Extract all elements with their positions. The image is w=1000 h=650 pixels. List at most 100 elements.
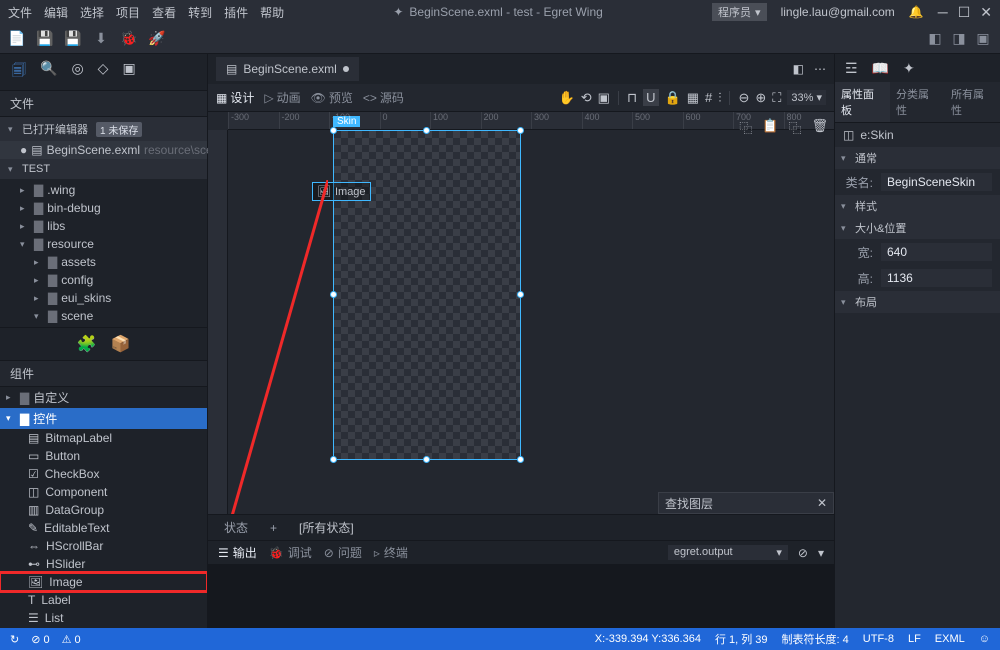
tree-folder-config[interactable]: ▸▇config	[0, 271, 207, 289]
props-icon1[interactable]: ☲	[845, 60, 858, 77]
status-eol[interactable]: LF	[908, 633, 921, 645]
handle-s[interactable]	[423, 456, 430, 463]
status-warnings[interactable]: ⚠ 0	[62, 633, 81, 646]
package-icon[interactable]: ▣	[122, 60, 135, 84]
console-body[interactable]	[208, 564, 834, 628]
layout3-icon[interactable]: ▣	[976, 32, 990, 46]
handle-ne[interactable]	[517, 127, 524, 134]
status-encoding[interactable]: UTF-8	[863, 633, 894, 645]
new-file-icon[interactable]: 📄	[10, 32, 24, 46]
control-bitmaplabel[interactable]: ▤BitmapLabel	[0, 429, 207, 447]
user-email[interactable]: lingle.lau@gmail.com	[781, 5, 895, 19]
menu-help[interactable]: 帮助	[260, 4, 284, 21]
grid-icon[interactable]: ▦	[687, 90, 699, 106]
tab-all-props[interactable]: 所有属性	[945, 82, 1000, 122]
menu-file[interactable]: 文件	[8, 4, 32, 21]
control-hslider[interactable]: ⊷HSlider	[0, 555, 207, 573]
layout1-icon[interactable]: ◧	[928, 32, 942, 46]
bell-icon[interactable]: 🔔	[909, 5, 924, 19]
section-normal[interactable]: ▾通常	[835, 147, 1000, 169]
comp-group-controls[interactable]: ▾▇控件	[0, 408, 207, 429]
menu-view[interactable]: 查看	[152, 4, 176, 21]
handle-nw[interactable]	[330, 127, 337, 134]
handle-sw[interactable]	[330, 456, 337, 463]
comp-group-custom[interactable]: ▸▇自定义	[0, 387, 207, 408]
lock-icon[interactable]: 🔒	[665, 90, 681, 106]
control-list[interactable]: ☰List	[0, 609, 207, 627]
control-component[interactable]: ◫Component	[0, 483, 207, 501]
mode-source[interactable]: <> 源码	[363, 89, 404, 106]
tree-folder-assets[interactable]: ▸▇assets	[0, 253, 207, 271]
rocket-icon[interactable]: 🚀	[150, 32, 164, 46]
status-lang[interactable]: EXML	[935, 633, 965, 645]
status-tabsize[interactable]: 制表符长度: 4	[782, 631, 849, 647]
menu-goto[interactable]: 转到	[188, 4, 212, 21]
tab-output[interactable]: ☰ 输出	[218, 544, 257, 561]
status-sync-icon[interactable]: ↻	[10, 633, 19, 646]
split-icon[interactable]: ◧	[793, 62, 804, 76]
control-label[interactable]: TLabel	[0, 591, 207, 609]
paste-icon[interactable]: 📋	[762, 118, 778, 136]
save-icon[interactable]: 💾	[38, 32, 52, 46]
menu-edit[interactable]: 编辑	[44, 4, 68, 21]
menu-project[interactable]: 项目	[116, 4, 140, 21]
classname-input[interactable]: BeginSceneSkin	[881, 173, 992, 191]
clear-output-icon[interactable]: ⊘	[798, 546, 808, 560]
fit-icon[interactable]: ⛶	[772, 90, 781, 106]
project-head[interactable]: ▾ TEST	[0, 159, 207, 179]
control-checkbox[interactable]: ☑CheckBox	[0, 465, 207, 483]
zoom-in-icon[interactable]: ⊕	[755, 90, 766, 106]
tree-folder-libs[interactable]: ▸▇libs	[0, 217, 207, 235]
collapse-panel-icon[interactable]: ▾	[818, 546, 824, 560]
menu-select[interactable]: 选择	[80, 4, 104, 21]
diamond-icon[interactable]: ◇	[98, 60, 109, 84]
copy-icon[interactable]: ⿻	[739, 118, 752, 136]
handle-w[interactable]	[330, 291, 337, 298]
tab-beginscene[interactable]: ▤ BeginScene.exml	[216, 57, 359, 81]
status-feedback-icon[interactable]: ☺	[979, 633, 990, 645]
handle-e[interactable]	[517, 291, 524, 298]
control-datagroup[interactable]: ▥DataGroup	[0, 501, 207, 519]
target-icon[interactable]: ◎	[71, 60, 83, 84]
control-image[interactable]: 🖼Image	[0, 573, 207, 591]
status-errors[interactable]: ⊘ 0	[31, 633, 49, 646]
layout2-icon[interactable]: ◨	[952, 32, 966, 46]
tree-folder-wing[interactable]: ▸▇.wing	[0, 181, 207, 199]
mode-preview[interactable]: 👁 预览	[311, 89, 353, 106]
control-button[interactable]: ▭Button	[0, 447, 207, 465]
align-icon[interactable]: #	[705, 90, 712, 105]
stage-skin[interactable]: Skin	[333, 130, 521, 460]
section-layout[interactable]: ▾布局	[835, 291, 1000, 313]
mode-design[interactable]: ▦ 设计	[216, 89, 254, 106]
refresh-icon[interactable]: ⟲	[581, 90, 592, 106]
open-editor-item[interactable]: ● ▤ BeginScene.exml resource\scene	[0, 141, 207, 159]
zoom-out-icon[interactable]: ⊖	[738, 90, 749, 106]
menu-plugin[interactable]: 插件	[224, 4, 248, 21]
layer-search-box[interactable]: 查找图层 ✕	[658, 492, 834, 514]
tab-debug[interactable]: 🐞 调试	[269, 544, 312, 561]
distribute-icon[interactable]: ⫶	[718, 90, 721, 106]
hand-icon[interactable]: ✋	[559, 90, 575, 106]
tree-folder-euiskins[interactable]: ▸▇eui_skins	[0, 289, 207, 307]
magnet-icon[interactable]: ⊓	[627, 90, 637, 106]
delete-icon[interactable]: 🗑	[811, 118, 828, 136]
save-all-icon[interactable]: 💾	[66, 32, 80, 46]
copy2-icon[interactable]: ⿻	[788, 118, 801, 136]
tab-problems[interactable]: ⊘ 问题	[324, 544, 362, 561]
section-style[interactable]: ▾样式	[835, 195, 1000, 217]
tab-terminal[interactable]: ▹ 终端	[374, 544, 408, 561]
bug-icon[interactable]: 🐞	[122, 32, 136, 46]
control-editabletext[interactable]: ✎EditableText	[0, 519, 207, 537]
dragged-image-component[interactable]: 🖼 Image	[312, 182, 371, 201]
zoom-select[interactable]: 33% ▾	[787, 90, 826, 105]
tab-property-panel[interactable]: 属性面板	[835, 82, 890, 122]
control-hscrollbar[interactable]: ⇔HScrollBar	[0, 537, 207, 555]
scale-icon[interactable]: ▣	[598, 90, 610, 106]
minimize-icon[interactable]: ─	[938, 4, 948, 21]
height-input[interactable]: 1136	[881, 269, 992, 287]
output-channel-select[interactable]: egret.output▾	[668, 545, 788, 560]
canvas[interactable]: -300-200-1000100200300400500600700800 ⿻ …	[208, 112, 834, 514]
puzzle-icon[interactable]: 🧩	[77, 334, 97, 354]
files-icon[interactable]: 🗐	[12, 60, 26, 84]
add-state-button[interactable]: +	[264, 519, 283, 537]
